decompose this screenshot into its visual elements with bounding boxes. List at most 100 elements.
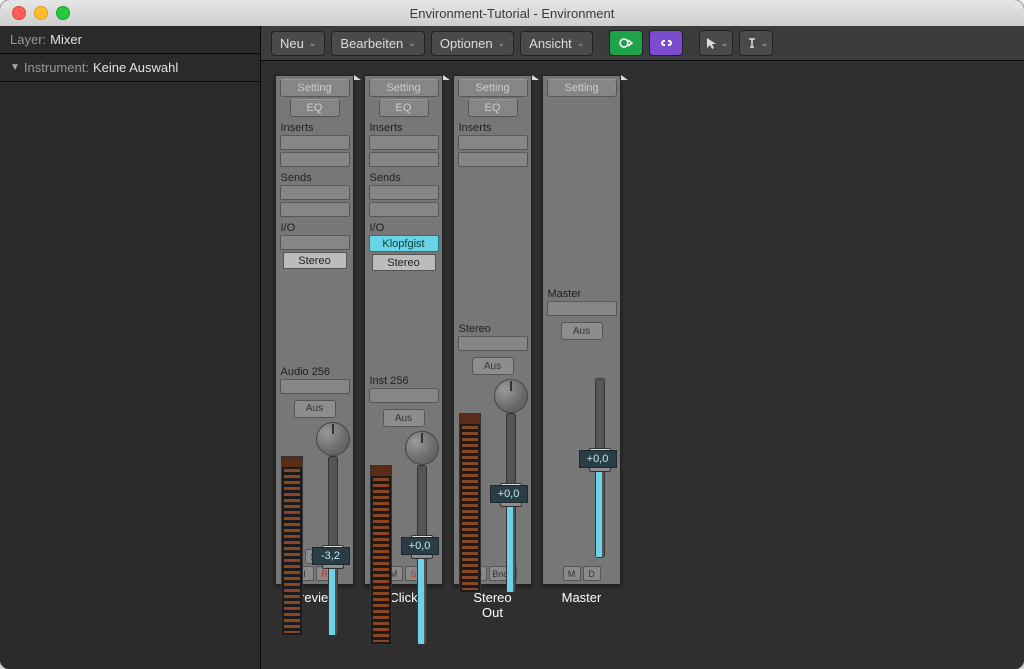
inspector-row[interactable]: ▼ Instrument: Keine Auswahl	[0, 54, 260, 82]
group-slot[interactable]	[280, 379, 350, 394]
channel-type-label: Stereo	[458, 320, 528, 336]
cable-out-icon[interactable]	[443, 75, 450, 80]
titlebar: Environment-Tutorial - Environment	[0, 0, 1024, 26]
chevron-down-icon: ⌄	[761, 38, 769, 49]
channel-button-m[interactable]: M	[563, 566, 581, 581]
link-button[interactable]	[649, 30, 683, 56]
setting-button[interactable]: Setting	[369, 79, 439, 97]
zoom-icon[interactable]	[56, 6, 70, 20]
automation-mode[interactable]: Aus	[472, 357, 514, 375]
eq-button[interactable]: EQ	[468, 99, 518, 117]
setting-button[interactable]: Setting	[280, 79, 350, 97]
inserts-label: Inserts	[280, 119, 350, 135]
channel-name[interactable]: Master	[562, 591, 602, 606]
layer-label: Layer:	[10, 32, 46, 47]
window-controls	[0, 6, 70, 20]
fader-db-readout[interactable]: -3,2	[312, 547, 350, 565]
level-meter	[459, 413, 481, 593]
insert-slot[interactable]	[458, 135, 528, 150]
automation-mode[interactable]: Aus	[383, 409, 425, 427]
io-label: I/O	[369, 219, 439, 235]
chevron-down-icon: ⌄	[498, 38, 506, 49]
pointer-tool[interactable]: ⌄	[699, 30, 733, 56]
text-tool[interactable]: ⌄	[739, 30, 773, 56]
fader-area: -3,2	[280, 456, 350, 548]
menu-options[interactable]: Optionen⌄	[431, 31, 514, 56]
group-slot[interactable]	[369, 388, 439, 403]
insert-slot[interactable]	[280, 135, 350, 150]
layer-value: Mixer	[50, 32, 82, 47]
channel-stereo-out: SettingEQInsertsStereoAus+0,0⦿BnceStereo…	[453, 75, 532, 621]
fader-db-readout[interactable]: +0,0	[490, 485, 528, 503]
channel-strip[interactable]: Setting Master Aus +0,0 MD	[542, 75, 621, 585]
send-slot[interactable]	[280, 202, 350, 217]
disclosure-triangle-icon[interactable]: ▼	[10, 62, 20, 73]
close-icon[interactable]	[12, 6, 26, 20]
level-meter	[281, 456, 303, 636]
channel-strip[interactable]: Setting EQ Inserts Sends I/O Stereo Audio 256 A…	[275, 75, 354, 585]
cable-out-icon[interactable]	[621, 75, 628, 80]
pan-knob[interactable]	[494, 379, 528, 413]
pan-knob[interactable]	[405, 431, 439, 465]
insert-slot[interactable]	[280, 152, 350, 167]
insert-slot[interactable]	[369, 152, 439, 167]
io-label: I/O	[280, 219, 350, 235]
io-output-slot[interactable]: Stereo	[283, 252, 347, 269]
channel-strip[interactable]: SettingEQInsertsStereoAus+0,0⦿Bnce	[453, 75, 532, 585]
setting-button[interactable]: Setting	[547, 79, 617, 97]
inserts-label: Inserts	[458, 119, 528, 135]
sidebar: Layer: Mixer ▼ Instrument: Keine Auswahl	[0, 26, 261, 669]
level-meter	[370, 465, 392, 645]
volume-fader[interactable]: -3,2	[324, 456, 348, 636]
minimize-icon[interactable]	[34, 6, 48, 20]
instrument-value: Keine Auswahl	[93, 60, 178, 75]
cable-out-icon[interactable]	[354, 75, 361, 80]
channel-button-d[interactable]: D	[583, 566, 601, 581]
fader-area: +0,0	[547, 378, 617, 564]
channel-type-label: Inst 256	[369, 372, 439, 388]
group-slot[interactable]	[547, 301, 617, 316]
volume-fader[interactable]: +0,0	[413, 465, 437, 645]
insert-slot[interactable]	[458, 152, 528, 167]
volume-fader[interactable]: +0,0	[502, 413, 526, 593]
layer-row[interactable]: Layer: Mixer	[0, 26, 260, 54]
fader-area: +0,0	[458, 413, 528, 564]
channel-strip[interactable]: SettingEQInsertsSendsI/OKlopfgistStereoI…	[364, 75, 443, 585]
channel-name[interactable]: StereoOut	[473, 591, 511, 621]
send-slot[interactable]	[369, 185, 439, 200]
insert-slot[interactable]	[369, 135, 439, 150]
io-output-slot[interactable]: Stereo	[372, 254, 436, 271]
toolbar: Neu⌄ Bearbeiten⌄ Optionen⌄ Ansicht⌄ ⌄ ⌄	[261, 26, 1024, 61]
pan-knob[interactable]	[316, 422, 350, 456]
chevron-down-icon: ⌄	[577, 38, 585, 49]
volume-fader[interactable]: +0,0	[591, 378, 615, 558]
io-input-slot[interactable]	[280, 235, 350, 250]
cable-out-icon[interactable]	[532, 75, 539, 80]
environment-canvas[interactable]: Setting EQ Inserts Sends I/O Stereo Audio 256 A…	[261, 61, 1024, 669]
channel-type-label: Audio 256	[280, 363, 350, 379]
automation-mode[interactable]: Aus	[561, 322, 603, 340]
channel-click: SettingEQInsertsSendsI/OKlopfgistStereoI…	[364, 75, 443, 606]
eq-button[interactable]: EQ	[379, 99, 429, 117]
eq-button[interactable]: EQ	[290, 99, 340, 117]
fader-db-readout[interactable]: +0,0	[401, 537, 439, 555]
menu-edit[interactable]: Bearbeiten⌄	[331, 31, 424, 56]
menu-new[interactable]: Neu⌄	[271, 31, 325, 56]
channel-type-label: Master	[547, 285, 617, 301]
setting-button[interactable]: Setting	[458, 79, 528, 97]
midi-thru-button[interactable]	[609, 30, 643, 56]
fader-db-readout[interactable]: +0,0	[579, 450, 617, 468]
io-input-slot[interactable]: Klopfgist	[369, 235, 439, 252]
fader-area: +0,0	[369, 465, 439, 564]
instrument-label: Instrument:	[24, 60, 89, 75]
chevron-down-icon: ⌄	[309, 38, 317, 49]
automation-mode[interactable]: Aus	[294, 400, 336, 418]
app-window: Environment-Tutorial - Environment Layer…	[0, 0, 1024, 669]
menu-view[interactable]: Ansicht⌄	[520, 31, 593, 56]
channel-master: Setting Master Aus +0,0 MD Master	[542, 75, 621, 606]
group-slot[interactable]	[458, 336, 528, 351]
send-slot[interactable]	[369, 202, 439, 217]
sends-label: Sends	[280, 169, 350, 185]
chevron-down-icon: ⌄	[721, 38, 729, 49]
send-slot[interactable]	[280, 185, 350, 200]
